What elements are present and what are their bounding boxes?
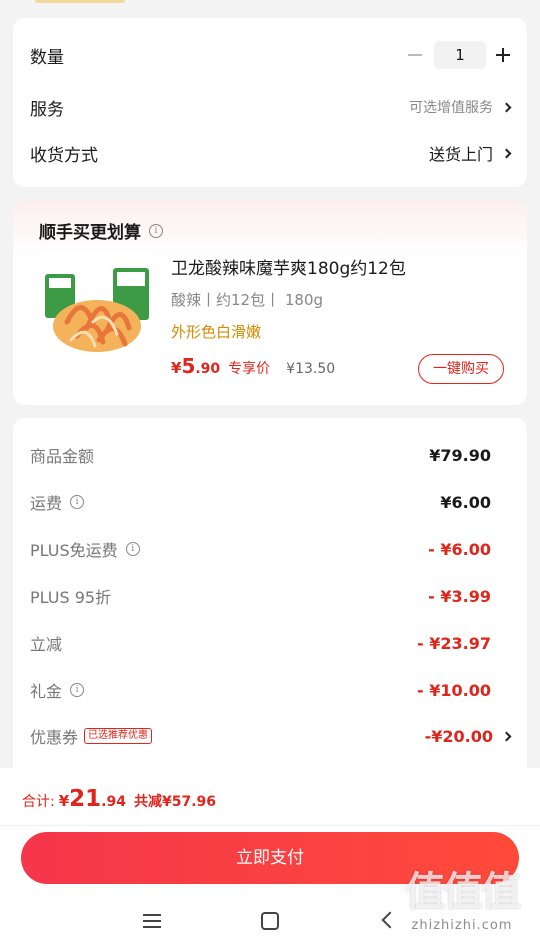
- quantity-label: 数量: [30, 47, 64, 68]
- summary-label: 立减: [30, 635, 63, 654]
- product-price-row: ¥ 5 .90 专享价 ¥13.50: [171, 354, 335, 378]
- product-spec: 酸辣丨约12包丨 180g: [171, 291, 324, 309]
- minus-icon[interactable]: [408, 54, 422, 56]
- total-label: 合计:: [22, 794, 55, 810]
- product-image[interactable]: [37, 252, 155, 370]
- price-label: 专享价: [228, 361, 271, 377]
- addon-card: 顺手买更划算 i 卫龙酸辣味魔芋爽180g约12包 酸辣丨约12包丨 180g …: [13, 200, 527, 405]
- quantity-row: 数量 1: [30, 40, 510, 70]
- summary-value: - ¥10.00: [417, 680, 491, 700]
- quantity-input[interactable]: 1: [434, 41, 486, 69]
- summary-row: PLUS免运费 i - ¥6.00: [30, 536, 510, 562]
- one-click-buy-button[interactable]: 一键购买: [418, 354, 504, 384]
- summary-label: 商品金额: [30, 447, 95, 466]
- summary-label: 礼金: [30, 682, 63, 701]
- summary-row: 商品金额 ¥79.90: [30, 442, 510, 468]
- summary-label: PLUS免运费: [30, 541, 118, 560]
- addon-title-row: 顺手买更划算 i: [39, 218, 163, 243]
- summary-label: 优惠券: [30, 728, 79, 747]
- summary-row[interactable]: 优惠券 已选推荐优惠 -¥20.00: [30, 723, 512, 749]
- price-symbol: ¥: [171, 359, 182, 377]
- summary-label-group: PLUS免运费 i: [30, 537, 140, 561]
- summary-row: 礼金 i - ¥10.00: [30, 677, 510, 703]
- order-options-card: 数量 1 服务 可选增值服务 收货方式 送货上门: [13, 18, 527, 187]
- summary-value-group: - ¥3.99: [428, 587, 510, 606]
- watermark: 值值值 zhizhizhi.com: [392, 866, 532, 933]
- total-symbol: ¥: [58, 792, 70, 810]
- service-row[interactable]: 服务 可选增值服务: [30, 92, 512, 122]
- total-saved: 共减¥57.96: [133, 794, 217, 810]
- delivery-value: 送货上门: [428, 145, 493, 164]
- summary-value-group: - ¥6.00: [428, 540, 510, 559]
- info-icon[interactable]: i: [125, 542, 140, 556]
- summary-label: 运费: [30, 494, 63, 513]
- watermark-logo: 值值值: [405, 869, 521, 915]
- home-icon[interactable]: [261, 912, 279, 930]
- chevron-right-icon: [501, 148, 512, 158]
- summary-value: - ¥3.99: [428, 586, 491, 606]
- summary-value-group: - ¥10.00: [417, 681, 510, 700]
- coupon-tag: 已选推荐优惠: [84, 728, 153, 744]
- product-image-fragment: [35, 0, 125, 3]
- price-int: 5: [181, 354, 196, 378]
- summary-label-group: 立减: [30, 631, 62, 655]
- summary-label-group: 运费 i: [30, 490, 85, 514]
- plus-icon[interactable]: [496, 48, 510, 62]
- summary-value: ¥79.90: [429, 445, 491, 465]
- total-row: 合计: ¥ 21 .94 共减¥57.96: [22, 786, 216, 812]
- snack-image-icon: [45, 268, 149, 352]
- summary-label-group: 礼金 i: [30, 678, 85, 702]
- product-name[interactable]: 卫龙酸辣味魔芋爽180g约12包: [171, 254, 406, 279]
- summary-row: PLUS 95折 - ¥3.99: [30, 583, 510, 609]
- product-tagline: 外形色白滑嫩: [171, 323, 262, 341]
- summary-value-group: -¥20.00: [424, 726, 512, 746]
- summary-value: -¥20.00: [424, 726, 493, 746]
- summary-row: 立减 - ¥23.97: [30, 630, 510, 656]
- original-price: ¥13.50: [286, 361, 336, 377]
- service-label: 服务: [30, 99, 64, 120]
- quantity-stepper: 1: [408, 41, 510, 69]
- watermark-url: zhizhizhi.com: [411, 918, 513, 933]
- summary-label-group: 商品金额: [30, 443, 94, 467]
- delivery-label: 收货方式: [30, 145, 98, 166]
- summary-value-group: ¥6.00: [440, 493, 510, 512]
- summary-value: - ¥23.97: [417, 633, 491, 653]
- addon-title: 顺手买更划算: [39, 223, 141, 243]
- summary-label-group: 优惠券 已选推荐优惠: [30, 724, 153, 748]
- chevron-right-icon: [501, 102, 512, 112]
- total-dec: .94: [101, 794, 126, 810]
- info-icon[interactable]: i: [70, 495, 85, 509]
- summary-label: PLUS 95折: [30, 588, 112, 607]
- summary-value-group: ¥79.90: [429, 446, 510, 465]
- summary-row: 运费 i ¥6.00: [30, 489, 510, 515]
- info-icon[interactable]: i: [70, 683, 85, 697]
- delivery-row[interactable]: 收货方式 送货上门: [30, 138, 512, 168]
- menu-icon[interactable]: [143, 914, 161, 928]
- price-dec: .90: [195, 361, 221, 377]
- summary-value: - ¥6.00: [428, 539, 491, 559]
- chevron-right-icon: [501, 731, 512, 741]
- summary-value: ¥6.00: [440, 492, 491, 512]
- total-int: 21: [69, 786, 102, 812]
- service-value: 可选增值服务: [409, 100, 493, 116]
- summary-value-group: - ¥23.97: [417, 634, 510, 653]
- info-icon[interactable]: i: [149, 223, 163, 238]
- summary-label-group: PLUS 95折: [30, 584, 111, 608]
- price-summary-card: 商品金额 ¥79.90 运费 i ¥6.00 PLUS免运费 i - ¥6.00 PLUS 95…: [13, 418, 527, 778]
